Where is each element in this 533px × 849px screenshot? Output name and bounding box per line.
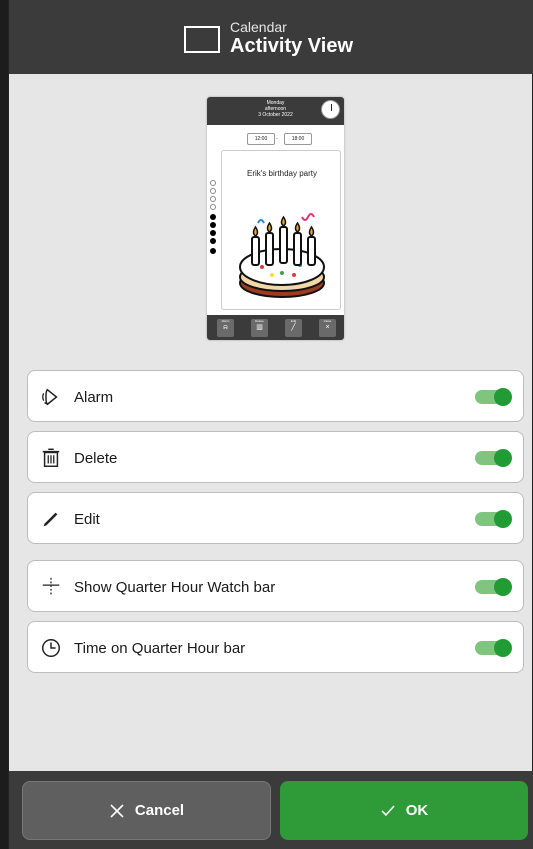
quarter-dot — [210, 204, 216, 210]
footer-bar: Cancel OK — [9, 771, 533, 849]
pencil-icon — [43, 512, 58, 527]
cancel-button[interactable]: Cancel — [22, 781, 271, 840]
rectangle-icon — [184, 26, 220, 53]
quarter-dot — [210, 248, 216, 254]
birthday-cake-image — [239, 213, 325, 298]
preview-alarm-button: Alarm ⍾ — [217, 319, 234, 337]
preview-close-button: Close × — [319, 319, 336, 337]
quarter-hour-bar-toggle[interactable] — [475, 578, 512, 596]
alarm-toggle[interactable] — [475, 388, 512, 406]
delete-toggle[interactable] — [475, 449, 512, 467]
app-frame: Calendar Activity View Monday afternoon … — [8, 0, 533, 849]
ok-button[interactable]: OK — [280, 781, 528, 840]
quarter-dot — [210, 188, 216, 194]
setting-label-delete: Delete — [74, 450, 118, 467]
preview-start-time: 12:00 — [247, 133, 275, 145]
quarter-hour-bar-icon — [42, 577, 60, 597]
preview-clock-icon — [321, 100, 340, 119]
alarm-icon — [42, 388, 58, 406]
quarter-dot — [210, 214, 216, 220]
preview-time-separator: - — [276, 136, 278, 142]
header-subtitle: Calendar — [230, 19, 287, 35]
setting-label-time-on-bar: Time on Quarter Hour bar — [74, 640, 246, 657]
preview-top-bar: Monday afternoon 3 October 2022 — [207, 97, 344, 125]
toggle-knob — [494, 449, 512, 467]
setting-row-quarter-hour-bar[interactable]: Show Quarter Hour Watch bar — [27, 560, 524, 612]
ok-button-label: OK — [405, 802, 429, 819]
preview-bottom-bar: Alarm ⍾ Delete ▥ Edit ╱ Close × — [207, 315, 344, 340]
setting-row-edit[interactable]: Edit — [27, 492, 524, 544]
quarter-dot — [210, 180, 216, 186]
preview-delete-button: Delete ▥ — [251, 319, 268, 337]
edit-toggle[interactable] — [475, 510, 512, 528]
activity-preview: Monday afternoon 3 October 2022 12:00 - … — [207, 97, 344, 340]
trash-icon — [42, 448, 60, 467]
preview-activity-card: Erik's birthday party — [221, 150, 341, 310]
toggle-knob — [494, 388, 512, 406]
toggle-knob — [494, 510, 512, 528]
toggle-knob — [494, 578, 512, 596]
cancel-button-label: Cancel — [134, 802, 185, 819]
preview-edit-button: Edit ╱ — [285, 319, 302, 337]
toggle-knob — [494, 639, 512, 657]
setting-label-edit: Edit — [74, 511, 100, 528]
preview-end-time: 18:00 — [284, 133, 312, 145]
preview-activity-title: Erik's birthday party — [247, 169, 317, 178]
setting-label-alarm: Alarm — [74, 389, 114, 406]
quarter-dot — [210, 238, 216, 244]
time-on-bar-toggle[interactable] — [475, 639, 512, 657]
app-header: Calendar Activity View — [9, 0, 533, 74]
quarter-dot — [210, 230, 216, 236]
setting-row-delete[interactable]: Delete — [27, 431, 524, 483]
setting-label-quarter-hour-bar: Show Quarter Hour Watch bar — [74, 579, 276, 596]
quarter-dot — [210, 196, 216, 202]
quarter-dot — [210, 222, 216, 228]
setting-row-alarm[interactable]: Alarm — [27, 370, 524, 422]
clock-icon — [42, 639, 60, 657]
checkmark-icon — [381, 804, 395, 816]
page-title: Activity View — [230, 35, 354, 57]
close-icon — [110, 803, 124, 818]
setting-row-time-on-bar[interactable]: Time on Quarter Hour bar — [27, 621, 524, 673]
